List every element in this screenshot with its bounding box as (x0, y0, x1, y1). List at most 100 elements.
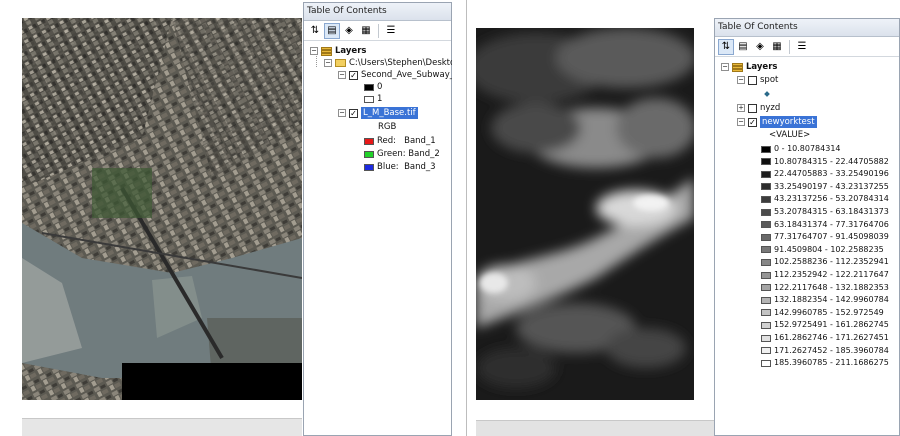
band-label: Red: Band_1 (377, 136, 436, 146)
class-swatch (761, 334, 771, 342)
collapse-icon[interactable]: − (721, 63, 729, 71)
layer-visibility-checkbox[interactable]: ✓ (748, 117, 757, 127)
class-swatch (761, 296, 771, 304)
layer-visibility-checkbox[interactable] (748, 75, 757, 85)
class-legend-item: 161.2862746 - 171.2627451 (761, 332, 889, 344)
collapse-icon[interactable]: − (338, 71, 346, 79)
list-by-selection-icon[interactable]: ▦ (769, 39, 785, 55)
class-range-label: 77.31764707 - 91.45098039 (774, 232, 889, 242)
class-swatch (761, 321, 771, 329)
list-by-source-icon[interactable]: ▤ (735, 39, 751, 55)
right-map-scrollbar[interactable] (476, 420, 714, 436)
legend-item: 1 (364, 93, 382, 105)
class-legend-item: 152.9725491 - 161.2862745 (761, 319, 889, 331)
toc-title: Table Of Contents (304, 3, 451, 21)
layer-spot[interactable]: − spot (737, 74, 778, 86)
class-legend-item: 132.1882354 - 142.9960784 (761, 294, 889, 306)
toolbar-divider (378, 23, 379, 38)
layers-node[interactable]: − Layers (310, 45, 366, 57)
class-legend-item: 63.18431374 - 77.31764706 (761, 219, 889, 231)
collapse-icon[interactable]: − (737, 118, 745, 126)
class-swatch (761, 195, 771, 203)
toc-toolbar: ⇅ ▤ ◈ ▦ ☰ (304, 21, 451, 41)
class-swatch (761, 258, 771, 266)
layer-base-tif[interactable]: − ✓ L_M_Base.tif (338, 107, 418, 119)
band-swatch (364, 150, 374, 158)
legend-label: 0 (377, 82, 383, 92)
layer-name: nyzd (760, 103, 781, 113)
layer-nyzd[interactable]: + nyzd (737, 102, 780, 114)
dem-raster (476, 28, 694, 400)
list-by-visibility-icon[interactable]: ◈ (341, 23, 357, 39)
band-item: Red: Band_1 (364, 135, 436, 147)
class-legend-item: 43.23137256 - 53.20784314 (761, 193, 889, 205)
layers-icon (321, 46, 332, 56)
class-legend-item: 53.20784315 - 63.18431373 (761, 206, 889, 218)
class-swatch (761, 347, 771, 355)
class-legend-item: 10.80784315 - 22.44705882 (761, 156, 889, 168)
aerial-map-view[interactable] (22, 18, 302, 400)
options-icon[interactable]: ☰ (383, 23, 399, 39)
class-range-label: 152.9725491 - 161.2862745 (774, 320, 889, 330)
class-legend-item: 112.2352942 - 122.2117647 (761, 269, 889, 281)
class-range-label: 142.9960785 - 152.972549 (774, 307, 884, 317)
class-legend-item: 171.2627452 - 185.3960784 (761, 345, 889, 357)
class-legend-item: 33.25490197 - 43.23137255 (761, 181, 889, 193)
list-by-source-icon[interactable]: ▤ (324, 22, 340, 39)
class-range-label: 0 - 10.80784314 (774, 144, 841, 153)
collapse-icon[interactable]: − (737, 76, 745, 84)
band-item: Green: Band_2 (364, 148, 440, 160)
class-range-label: 171.2627452 - 185.3960784 (774, 345, 889, 355)
expand-icon[interactable]: + (737, 104, 745, 112)
class-legend-item: 142.9960785 - 152.972549 (761, 307, 884, 319)
left-map-scrollbar[interactable] (22, 418, 302, 436)
folder-node[interactable]: − C:\Users\Stephen\Desktop (324, 57, 461, 69)
rgb-label: RGB (378, 121, 396, 133)
class-swatch (761, 284, 771, 292)
layer-visibility-checkbox[interactable]: ✓ (349, 70, 358, 80)
layer-newyorktest[interactable]: − ✓ newyorktest (737, 116, 817, 128)
layers-node[interactable]: − Layers (721, 61, 777, 73)
class-range-label: 91.4509804 - 102.2588235 (774, 244, 884, 254)
collapse-icon[interactable]: − (338, 109, 346, 117)
class-range-label: 161.2862746 - 171.2627451 (774, 333, 889, 342)
aerial-imagery (22, 18, 302, 400)
options-icon[interactable]: ☰ (794, 39, 810, 55)
class-swatch (761, 145, 771, 153)
collapse-icon[interactable]: − (324, 59, 332, 67)
layer-name-selected[interactable]: L_M_Base.tif (361, 107, 418, 119)
list-by-drawing-order-icon[interactable]: ⇅ (718, 38, 734, 55)
class-swatch (761, 158, 771, 166)
class-range-label: 112.2352942 - 122.2117647 (774, 270, 889, 279)
legend-item: 0 (364, 81, 382, 93)
collapse-icon[interactable]: − (310, 47, 318, 55)
toc-panel-left: Table Of Contents ⇅ ▤ ◈ ▦ ☰ − Layers − C… (303, 2, 461, 436)
band-swatch (364, 163, 374, 171)
layer-name: Second_Ave_Subway_ (361, 70, 454, 80)
list-by-selection-icon[interactable]: ▦ (358, 23, 374, 39)
layer-subway[interactable]: − ✓ Second_Ave_Subway_ (338, 69, 454, 81)
layers-label: Layers (746, 62, 778, 72)
point-symbol-icon (764, 91, 770, 97)
class-range-label: 132.1882354 - 142.9960784 (774, 295, 889, 305)
band-item: Blue: Band_3 (364, 161, 436, 173)
class-swatch (761, 246, 771, 254)
list-by-visibility-icon[interactable]: ◈ (752, 39, 768, 55)
class-range-label: 102.2588236 - 112.2352941 (774, 257, 889, 267)
band-label: Blue: Band_3 (377, 162, 436, 172)
class-legend-item: 0 - 10.80784314 (761, 143, 841, 155)
list-by-drawing-order-icon[interactable]: ⇅ (307, 23, 323, 39)
dem-map-view[interactable] (476, 28, 694, 400)
layer-visibility-checkbox[interactable]: ✓ (349, 108, 358, 118)
layers-icon (732, 62, 743, 72)
layers-label: Layers (335, 46, 367, 56)
layer-name-selected[interactable]: newyorktest (760, 116, 817, 128)
band-label: Green: Band_2 (377, 149, 440, 159)
layer-visibility-checkbox[interactable] (748, 103, 757, 113)
class-legend-item: 185.3960785 - 211.1686275 (761, 357, 889, 369)
value-header: <VALUE> (769, 129, 810, 141)
class-range-label: 122.2117648 - 132.1882353 (774, 282, 889, 292)
class-legend-item: 91.4509804 - 102.2588235 (761, 244, 884, 256)
class-legend-item: 22.44705883 - 33.25490196 (761, 168, 889, 180)
legend-swatch (364, 95, 374, 103)
